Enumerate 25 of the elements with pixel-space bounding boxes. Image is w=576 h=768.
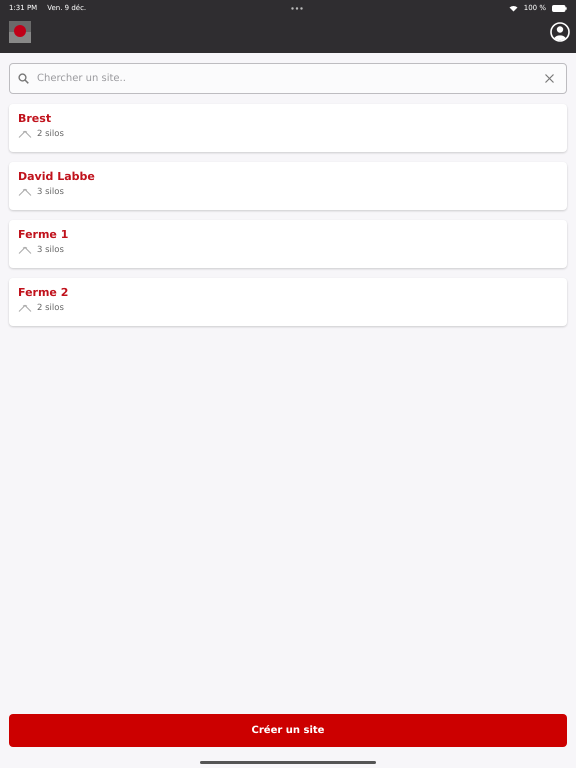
clear-icon[interactable] — [545, 74, 554, 83]
site-name: Ferme 2 — [18, 286, 68, 299]
profile-icon[interactable] — [550, 22, 570, 42]
silo-icon — [18, 246, 32, 254]
battery-icon — [552, 4, 567, 12]
site-card[interactable]: Brest 2 silos — [9, 104, 567, 152]
silo-icon — [18, 188, 32, 196]
search-field[interactable]: Chercher un site.. — [9, 63, 567, 94]
site-card[interactable]: David Labbe 3 silos — [9, 162, 567, 210]
site-name: Brest — [18, 112, 52, 125]
multitasking-dots-icon — [291, 6, 304, 10]
logo-icon — [9, 21, 31, 43]
site-name: Ferme 1 — [18, 228, 68, 241]
search-icon — [18, 73, 29, 84]
silo-count: 3 silos — [37, 187, 64, 197]
site-name: David Labbe — [18, 170, 95, 183]
wifi-icon — [508, 4, 518, 12]
create-site-button[interactable]: Créer un site — [9, 714, 567, 747]
silo-icon — [18, 130, 32, 138]
silo-icon — [18, 304, 32, 312]
site-card[interactable]: Ferme 2 2 silos — [9, 278, 567, 326]
silo-count: 2 silos — [37, 303, 64, 313]
silo-count: 2 silos — [37, 129, 64, 139]
silo-count: 3 silos — [37, 245, 64, 255]
site-card[interactable]: Ferme 1 3 silos — [9, 220, 567, 268]
